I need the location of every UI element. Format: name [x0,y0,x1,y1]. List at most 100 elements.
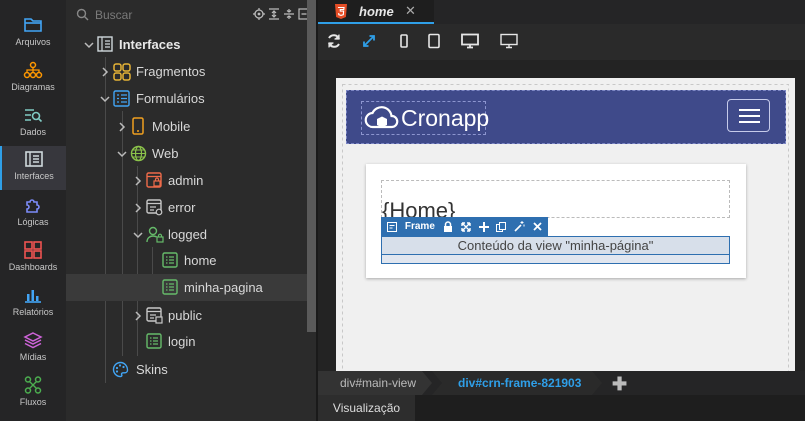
menu-toggle-button[interactable] [727,99,770,132]
tree-item-minha-pagina[interactable]: minha-pagina [66,274,307,301]
brand-logo: Cronapp [401,105,490,131]
tab-home[interactable]: home ✕ [318,0,434,24]
palette-icon [112,361,130,379]
form-file-icon [146,333,164,351]
chevron-right-icon [135,176,142,186]
tree-label: minha-pagina [184,280,263,295]
resize-icon[interactable] [459,220,473,234]
tree-item-skins[interactable]: Skins [66,356,306,383]
admin-page-icon [146,172,164,190]
frame-icon [385,220,399,234]
reports-icon [23,286,43,304]
chevron-right-icon [119,122,126,132]
locate-icon[interactable] [253,8,265,20]
layers-icon [23,331,43,349]
tree-item-login[interactable]: login [66,328,306,355]
refresh-icon[interactable] [326,33,344,51]
explorer-sidebar: Buscar Interfaces Fragmentos Formulários… [66,0,316,421]
activity-interfaces[interactable]: Interfaces [0,146,66,190]
activity-fluxos[interactable]: Fluxos [0,372,66,416]
expand-all-icon[interactable] [268,8,280,20]
globe-icon [130,145,148,163]
editor-tab-bar: home ✕ [318,0,805,24]
search-tools [253,8,310,20]
chevron-down-icon [100,96,110,103]
activity-label: Arquivos [15,37,51,47]
activity-diagramas[interactable]: Diagramas [0,57,66,101]
tree-label: Web [152,146,179,161]
form-file-icon [162,252,180,270]
search-bar[interactable]: Buscar [66,0,316,30]
tree-item-admin[interactable]: admin [66,167,306,194]
copy-icon[interactable] [494,220,508,234]
tree-label: Interfaces [119,37,181,52]
tree-item-interfaces[interactable]: Interfaces [66,31,306,58]
move-icon[interactable] [477,220,491,234]
tree-item-public[interactable]: public [66,302,306,329]
breadcrumb-item[interactable]: div#main-view [318,371,432,395]
magic-wand-icon[interactable] [512,220,526,234]
puzzle-icon [23,196,43,214]
error-page-icon [146,199,164,217]
tree-label: error [168,200,196,215]
tree-item-fragmentos[interactable]: Fragmentos [66,58,306,85]
activity-label: Fluxos [19,397,47,407]
dashboard-icon [23,241,43,259]
activity-dashboards[interactable]: Dashboards [0,237,66,281]
user-lock-icon [146,226,164,244]
cloud-logo-icon [364,103,400,133]
close-icon[interactable]: ✕ [405,3,416,19]
mobile-view-icon[interactable] [396,33,414,51]
activity-dados[interactable]: Dados [0,102,66,146]
large-desktop-view-icon[interactable] [500,33,518,51]
expand-icon[interactable] [361,33,379,51]
tree-label: logged [168,227,208,242]
form-file-icon [162,279,180,297]
tree-label: admin [168,173,204,188]
preview-toolbar [318,24,805,60]
tab-label: home [359,4,394,19]
activity-label: Relatórios [12,307,54,317]
chevron-down-icon [117,151,127,158]
search-icon [76,8,89,21]
activity-arquivos[interactable]: Arquivos [0,12,66,56]
chevron-down-icon [133,232,143,239]
collapse-all-icon[interactable] [283,8,295,20]
tab-visualizacao[interactable]: Visualização [318,395,415,421]
activity-relatorios[interactable]: Relatórios [0,282,66,326]
frame-label: Frame [404,221,435,232]
activity-logicas[interactable]: Lógicas [0,192,66,236]
data-icon [23,106,43,124]
tree-item-mobile[interactable]: Mobile [66,113,306,140]
frame-content[interactable]: Conteúdo da view "minha-página" [381,236,730,264]
tree-item-error[interactable]: error [66,194,306,221]
chevron-right-icon [102,67,109,77]
chevron-right-icon [135,311,142,321]
tree-item-logged[interactable]: logged [66,221,306,248]
activity-label: Dados [19,127,46,137]
tree-label: Mobile [152,119,191,134]
bottom-panel-bar [415,395,805,421]
delete-icon[interactable] [530,220,544,234]
html5-icon [334,4,348,20]
hamburger-line [739,109,760,111]
tree-label: login [168,334,196,349]
tree-item-formularios[interactable]: Formulários [66,85,306,112]
fragments-icon [113,63,131,81]
tree-item-home[interactable]: home [66,247,306,274]
activity-label: Lógicas [17,217,49,227]
public-page-icon [146,307,164,325]
frame-content-text: Conteúdo da view "minha-página" [382,237,729,255]
tree-label: Skins [136,362,168,377]
search-input[interactable]: Buscar [95,8,132,22]
desktop-view-icon[interactable] [461,33,479,51]
add-icon[interactable]: ✚ [612,374,627,395]
breadcrumb-item-active[interactable]: div#crn-frame-821903 [432,371,602,395]
forms-icon [113,90,131,108]
activity-midias[interactable]: Mídias [0,327,66,371]
mobile-icon [132,117,150,135]
tablet-view-icon[interactable] [426,33,444,51]
tree-item-web[interactable]: Web [66,140,306,167]
lock-icon[interactable] [441,220,455,234]
sidebar-scrollbar[interactable] [307,0,316,332]
